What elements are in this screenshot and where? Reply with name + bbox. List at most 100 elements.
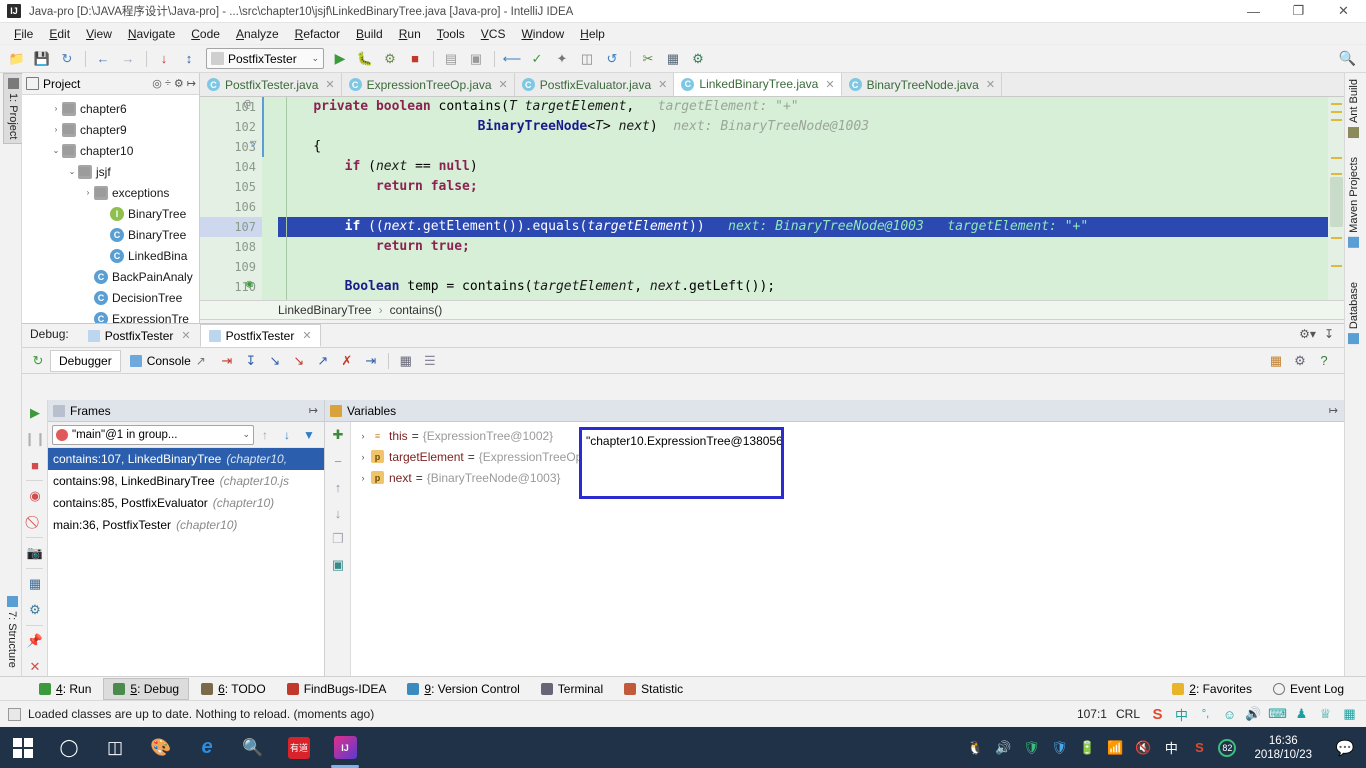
editor-tab-0[interactable]: C PostfixTester.java ✕ [200, 73, 342, 96]
sidebar-item-project[interactable]: 1: Project [3, 73, 23, 145]
code-line[interactable]: if (next == null) [278, 157, 1328, 177]
chevron-right-icon[interactable]: › [50, 104, 62, 113]
tree-node[interactable]: ⌄ jsjf [22, 161, 199, 182]
drop-frame-icon[interactable]: ✗ [335, 350, 359, 372]
remove-watch-icon[interactable]: − [325, 448, 351, 474]
sync-icon[interactable]: ↻ [55, 48, 79, 70]
battery-icon[interactable]: 🔋 [1078, 739, 1096, 757]
show-execution-point-icon[interactable]: ⇥ [215, 350, 239, 372]
ime-chinese-icon[interactable]: 中 [1173, 706, 1190, 723]
chevron-right-icon[interactable]: › [82, 188, 94, 197]
line-separator[interactable]: CRL [1116, 707, 1140, 721]
pin-icon[interactable]: 📌 [22, 628, 48, 654]
security-shield-icon[interactable]: 🛡 [1022, 739, 1040, 757]
chevron-right-icon[interactable]: › [355, 473, 371, 483]
editor-tab-3[interactable]: C LinkedBinaryTree.java ✕ [674, 73, 842, 96]
ime-punctuation-icon[interactable]: °, [1197, 706, 1214, 723]
up-arrow-icon[interactable]: ↑ [254, 425, 276, 445]
detach-icon[interactable]: ↗ [196, 354, 206, 368]
volume-mute-icon[interactable]: 🔇 [1134, 739, 1152, 757]
vcs-push-icon[interactable]: ✦ [550, 48, 574, 70]
hide-icon[interactable]: ↦ [187, 77, 196, 90]
open-folder-icon[interactable]: 📁 [5, 48, 29, 70]
menu-item-build[interactable]: Build [348, 25, 391, 43]
sogou-icon[interactable]: S [1190, 739, 1208, 757]
down-icon[interactable]: ↓ [325, 500, 351, 526]
gear-icon[interactable]: ⚙▾ [1299, 327, 1316, 341]
close-icon[interactable]: ✕ [658, 78, 667, 91]
hide-icon[interactable]: ↧ [1324, 327, 1334, 341]
volume-app-icon[interactable]: 🔊 [994, 739, 1012, 757]
settings-icon[interactable]: ⚙ [22, 597, 48, 623]
pause-icon[interactable]: ❙❙ [22, 426, 48, 452]
inspect-icon[interactable]: ▣ [325, 552, 351, 578]
code-line[interactable]: if ((next.getElement()).equals(targetEle… [278, 217, 1328, 237]
hide-icon[interactable]: ↦ [309, 404, 324, 417]
editor-scroll-markers[interactable] [1328, 97, 1344, 300]
menu-item-view[interactable]: View [78, 25, 120, 43]
thread-dropdown[interactable]: "main"@1 in group... ⌄ [52, 424, 254, 445]
code-line[interactable]: Boolean temp = contains(targetElement, n… [278, 277, 1328, 297]
close-button[interactable]: ✕ [1321, 0, 1366, 23]
ime-user-icon[interactable]: ♟ [1293, 706, 1310, 723]
sort-icon[interactable]: ↕ [177, 48, 201, 70]
up-icon[interactable]: ↑ [325, 474, 351, 500]
frame-row[interactable]: main:36, PostfixTester (chapter10) [48, 514, 324, 536]
frame-row[interactable]: contains:85, PostfixEvaluator (chapter10) [48, 492, 324, 514]
step-out-icon[interactable]: ↗ [311, 350, 335, 372]
code-line[interactable]: BinaryTreeNode<T> next) next: BinaryTree… [278, 117, 1328, 137]
ime-keyboard-icon[interactable]: ⌨ [1268, 706, 1287, 723]
code-line[interactable]: return true; [278, 237, 1328, 257]
breadcrumb-part-1[interactable]: contains() [390, 303, 443, 317]
tree-node[interactable]: ⌄ chapter10 [22, 140, 199, 161]
breadcrumb[interactable]: LinkedBinaryTree › contains() [200, 300, 1344, 320]
task-view-icon[interactable]: ◫ [92, 727, 138, 768]
hide-icon[interactable]: ↦ [1329, 404, 1344, 417]
menu-item-navigate[interactable]: Navigate [120, 25, 183, 43]
chevron-down-icon[interactable]: ⌄ [66, 167, 78, 176]
search-icon[interactable]: 🔍 [1339, 50, 1356, 67]
rerun-icon[interactable]: ▶ [22, 400, 48, 426]
layout-icon[interactable]: ▦ [1264, 350, 1288, 372]
debug-session-tab-1[interactable]: PostfixTester ✕ [199, 324, 321, 347]
tree-node[interactable]: C BackPainAnaly [22, 266, 199, 287]
intention-bulb-icon[interactable]: ◉ [246, 277, 253, 290]
menu-item-code[interactable]: Code [183, 25, 228, 43]
menu-item-edit[interactable]: Edit [41, 25, 78, 43]
bottom-tab-run[interactable]: 4: Run [30, 679, 100, 699]
code-line[interactable] [278, 197, 1328, 217]
sogou-icon[interactable]: S [1149, 706, 1166, 723]
bottom-tab-debug[interactable]: 5: Debug [103, 677, 190, 700]
editor-code-area[interactable]: private boolean contains(T targetElement… [278, 97, 1328, 300]
tree-node[interactable]: C BinaryTree [22, 224, 199, 245]
bottom-tab-terminal[interactable]: Terminal [532, 679, 612, 699]
maximize-button[interactable]: ❐ [1276, 0, 1321, 23]
copy-icon[interactable]: ❐ [325, 526, 351, 552]
filter-icon[interactable]: ▼ [298, 425, 320, 445]
bottom-tab-statistic[interactable]: Statistic [615, 679, 692, 699]
menu-item-file[interactable]: File [6, 25, 41, 43]
ime-skin-icon[interactable]: ♕ [1317, 706, 1334, 723]
menu-item-tools[interactable]: Tools [429, 25, 473, 43]
compare-icon[interactable]: ◫ [575, 48, 599, 70]
fold-icon[interactable]: ▽ [250, 137, 257, 150]
editor-tab-4[interactable]: C BinaryTreeNode.java ✕ [841, 73, 1003, 96]
save-all-icon[interactable]: 💾 [30, 48, 54, 70]
intellij-idea-icon[interactable]: IJ [322, 727, 368, 768]
tree-node[interactable]: › chapter6 [22, 98, 199, 119]
ime-chinese-icon[interactable]: 中 [1162, 739, 1180, 757]
bottom-tab-versioncontrol[interactable]: 9: Version Control [398, 679, 528, 699]
down-arrow-icon[interactable]: ↓ [276, 425, 298, 445]
editor-tab-1[interactable]: C ExpressionTreeOp.java ✕ [341, 73, 515, 96]
sidebar-item-ant-build[interactable]: Ant Build [1345, 75, 1363, 142]
camera-icon[interactable]: 📷 [22, 540, 48, 566]
vcs-update-icon[interactable]: ⟵ [500, 48, 524, 70]
mute-breakpoints-icon[interactable]: ⃠ [22, 509, 48, 535]
menu-item-run[interactable]: Run [391, 25, 429, 43]
sidebar-item-maven-projects[interactable]: Maven Projects [1345, 153, 1363, 252]
back-icon[interactable]: ← [91, 48, 115, 70]
variables-tree[interactable]: › ≡ this = {ExpressionTree@1002} › p targetElem… [351, 422, 1344, 677]
tree-node[interactable]: I BinaryTree [22, 203, 199, 224]
variable-row[interactable]: › p next = {BinaryTreeNode@1003} [351, 467, 1344, 488]
frame-row[interactable]: contains:98, LinkedBinaryTree (chapter10.… [48, 470, 324, 492]
